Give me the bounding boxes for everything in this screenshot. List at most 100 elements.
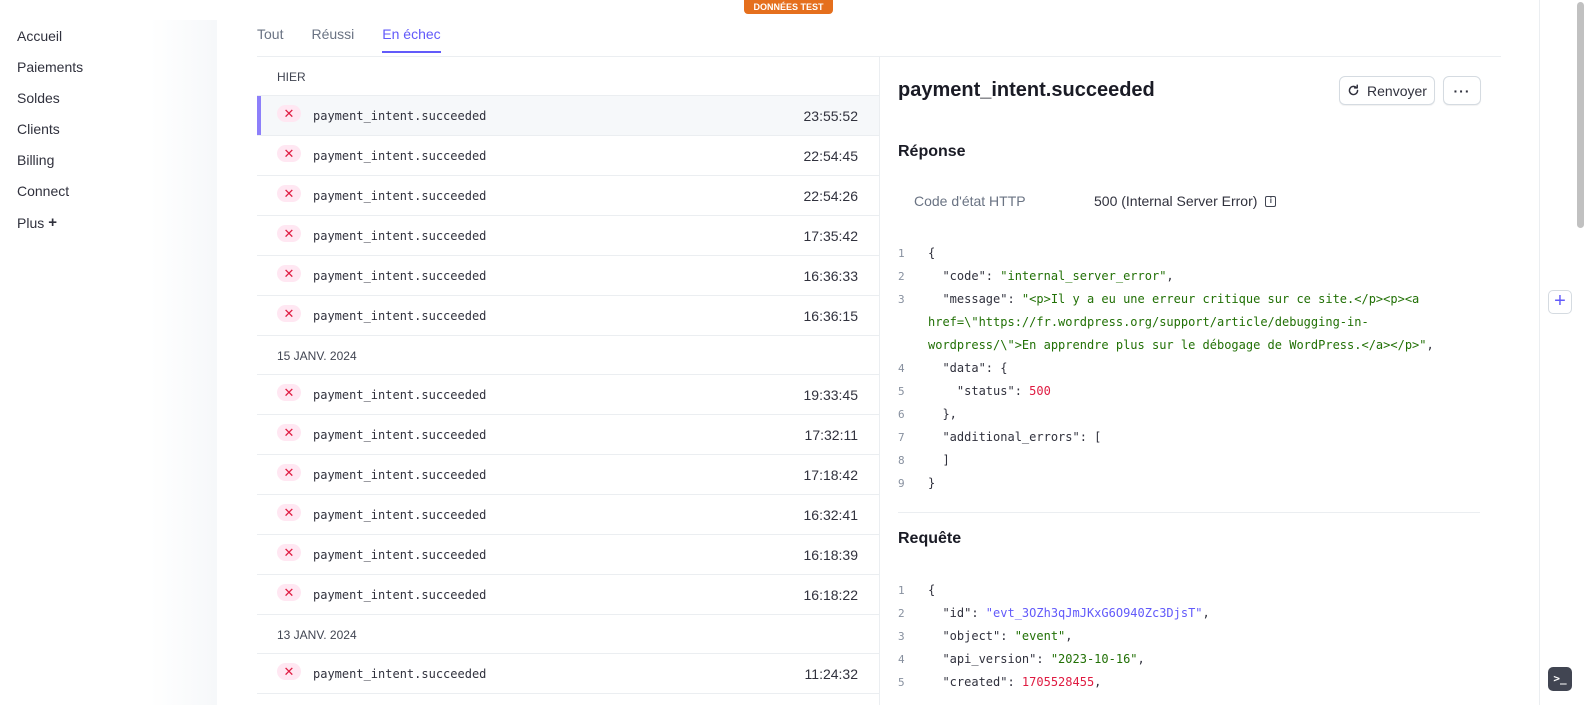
- failed-x-icon: ✕: [277, 504, 301, 521]
- sidebar-item-label: Clients: [17, 121, 60, 137]
- code-content: }: [928, 472, 935, 495]
- code-token: "created":: [928, 675, 1022, 689]
- event-row[interactable]: ✕ payment_intent.succeeded 11:24:32: [257, 654, 879, 694]
- sidebar-item-connect[interactable]: Connect: [17, 183, 69, 199]
- line-number: [898, 311, 928, 334]
- line-number: [898, 334, 928, 357]
- event-name: payment_intent.succeeded: [313, 308, 487, 323]
- failed-x-icon: ✕: [277, 663, 301, 680]
- sidebar-item-label: Connect: [17, 183, 70, 199]
- event-row[interactable]: ✕ payment_intent.succeeded 17:32:11: [257, 415, 879, 455]
- http-status-text: 500 (Internal Server Error): [1094, 193, 1258, 209]
- code-content: ]: [928, 449, 950, 472]
- sidebar-item-plus[interactable]: Plus +: [17, 214, 57, 231]
- code-token: }: [928, 476, 936, 490]
- code-token: ,: [1202, 606, 1210, 620]
- event-row[interactable]: ✕ payment_intent.succeeded 17:35:42: [257, 216, 879, 256]
- scrollbar[interactable]: [1577, 2, 1584, 228]
- code-content: "id": "evt_3OZh3qJmJKxG6O940Zc3DjsT",: [928, 602, 1210, 625]
- code-token: 1705528455: [1021, 675, 1095, 689]
- info-icon[interactable]: i: [1265, 195, 1277, 207]
- shell-icon[interactable]: >_: [1548, 667, 1572, 691]
- event-row[interactable]: ✕ payment_intent.succeeded 16:18:39: [257, 535, 879, 575]
- sidebar-nav: Accueil Paiements Soldes Clients Billing…: [0, 0, 217, 705]
- tab-reussi[interactable]: Réussi: [311, 26, 354, 53]
- code-token: ,: [1166, 269, 1174, 283]
- event-time: 23:55:52: [803, 107, 859, 124]
- code-token: ,: [1065, 629, 1073, 643]
- event-name: payment_intent.succeeded: [313, 268, 487, 283]
- event-time: 17:32:11: [804, 426, 858, 443]
- code-token: ,: [1426, 338, 1434, 352]
- code-line: 6 },: [898, 403, 1434, 426]
- right-rail-divider: [1539, 0, 1540, 705]
- event-row[interactable]: ✕ payment_intent.succeeded 16:32:41: [257, 495, 879, 535]
- sidebar-item-accueil[interactable]: Accueil: [17, 28, 62, 44]
- event-time: 17:18:42: [803, 466, 859, 483]
- sidebar-item-clients[interactable]: Clients: [17, 121, 60, 137]
- sidebar-item-label: Billing: [17, 152, 55, 168]
- code-content: "object": "event",: [928, 625, 1073, 648]
- event-row[interactable]: ✕ payment_intent.succeeded 16:36:33: [257, 256, 879, 296]
- tab-en-echec[interactable]: En échec: [382, 26, 441, 53]
- resend-button[interactable]: Renvoyer: [1339, 76, 1435, 105]
- code-content: {: [928, 242, 935, 265]
- code-token: wordpress/\">En apprendre plus sur le dé…: [928, 338, 1427, 352]
- event-time: 16:18:39: [803, 546, 859, 563]
- event-row[interactable]: ✕ payment_intent.succeeded 23:55:52: [257, 96, 879, 136]
- request-body-code: 1{2 "id": "evt_3OZh3qJmJKxG6O940Zc3DjsT"…: [898, 579, 1210, 694]
- event-row[interactable]: ✕ payment_intent.succeeded 16:36:15: [257, 296, 879, 336]
- code-content: "status": 500: [928, 380, 1051, 403]
- event-row[interactable]: ✕ payment_intent.succeeded 16:18:22: [257, 575, 879, 615]
- event-name: payment_intent.succeeded: [313, 587, 487, 602]
- event-time: 11:24:32: [804, 665, 858, 682]
- tab-tout[interactable]: Tout: [257, 26, 283, 53]
- sidebar-item-paiements[interactable]: Paiements: [17, 59, 83, 75]
- more-options-button[interactable]: ···: [1443, 76, 1481, 105]
- test-data-badge: DONNÉES TEST: [744, 0, 833, 14]
- code-line: href=\"https://fr.wordpress.org/support/…: [898, 311, 1434, 334]
- sidebar-item-label: Paiements: [17, 59, 84, 75]
- code-content: wordpress/\">En apprendre plus sur le dé…: [928, 334, 1434, 357]
- event-name: payment_intent.succeeded: [313, 387, 487, 402]
- event-time: 16:32:41: [803, 506, 859, 523]
- event-row[interactable]: ✕ payment_intent.succeeded 22:54:45: [257, 136, 879, 176]
- line-number: 2: [898, 607, 905, 620]
- line-number: 9: [898, 477, 905, 490]
- event-name: payment_intent.succeeded: [313, 228, 487, 243]
- event-row[interactable]: ✕ payment_intent.succeeded 22:54:26: [257, 176, 879, 216]
- line-number: 5: [898, 676, 905, 689]
- event-name: payment_intent.succeeded: [313, 547, 487, 562]
- code-token: ]: [928, 453, 950, 467]
- code-line: 5 "created": 1705528455,: [898, 671, 1210, 694]
- sidebar-item-label: Accueil: [17, 28, 63, 44]
- code-token: "event": [1014, 629, 1066, 643]
- code-line: 4 "data": {: [898, 357, 1434, 380]
- line-number: 7: [898, 431, 905, 444]
- code-line: wordpress/\">En apprendre plus sur le dé…: [898, 334, 1434, 357]
- event-name: payment_intent.succeeded: [313, 188, 487, 203]
- line-number: 1: [898, 247, 905, 260]
- failed-x-icon: ✕: [277, 544, 301, 561]
- code-token: 500: [1029, 384, 1051, 398]
- code-token: {: [928, 583, 936, 597]
- event-row[interactable]: ✕ payment_intent.succeeded 19:33:45: [257, 375, 879, 415]
- line-number: 2: [898, 270, 905, 283]
- event-time: 16:18:22: [803, 586, 859, 603]
- code-line: 5 "status": 500: [898, 380, 1434, 403]
- code-line: 7 "additional_errors": [: [898, 426, 1434, 449]
- response-body-code: 1{2 "code": "internal_server_error", 3 "m…: [898, 242, 1434, 495]
- code-line: 9}: [898, 472, 1434, 495]
- event-name: payment_intent.succeeded: [313, 467, 487, 482]
- failed-x-icon: ✕: [277, 185, 301, 202]
- sidebar-item-soldes[interactable]: Soldes: [17, 90, 60, 106]
- add-button[interactable]: +: [1548, 290, 1572, 314]
- failed-x-icon: ✕: [277, 584, 301, 601]
- event-time: 19:33:45: [803, 386, 859, 403]
- code-content: "api_version": "2023-10-16",: [928, 648, 1144, 671]
- code-line: 3 "object": "event",: [898, 625, 1210, 648]
- failed-x-icon: ✕: [277, 265, 301, 282]
- event-row[interactable]: ✕ payment_intent.succeeded 17:18:42: [257, 455, 879, 495]
- code-token: ,: [1094, 675, 1102, 689]
- sidebar-item-billing[interactable]: Billing: [17, 152, 54, 168]
